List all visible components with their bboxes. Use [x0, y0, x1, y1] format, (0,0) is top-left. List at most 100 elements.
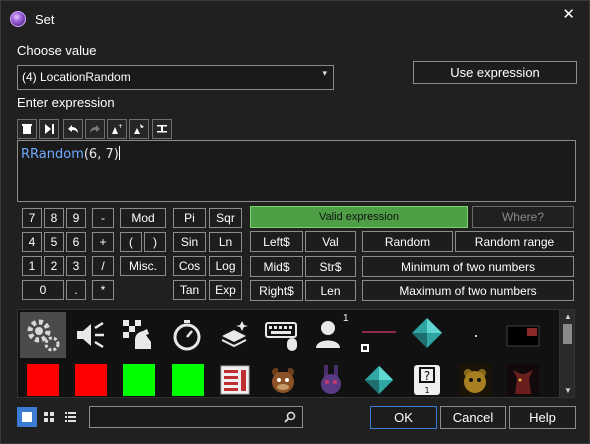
key-6[interactable]: 6: [66, 232, 86, 252]
question-box-icon[interactable]: ? 1: [410, 363, 444, 397]
object-search-input[interactable]: [89, 406, 303, 428]
where-button[interactable]: Where?: [472, 206, 574, 228]
expression-arguments: (6, 7): [83, 147, 119, 162]
help-button[interactable]: Help: [509, 406, 576, 429]
svg-text:+: +: [118, 123, 123, 130]
cancel-button[interactable]: Cancel: [440, 406, 506, 429]
diamond-active-icon[interactable]: [409, 315, 445, 351]
choose-value-label: Choose value: [17, 43, 97, 58]
bonnie-icon[interactable]: [314, 363, 348, 397]
small-icons-icon[interactable]: [39, 407, 59, 427]
expression-text: RRandom(6, 7): [21, 146, 120, 162]
object-list-scrollbar[interactable]: ▲ ▼: [559, 309, 575, 398]
small-dot-object-icon[interactable]: [458, 317, 494, 353]
green-box-2[interactable]: [171, 363, 205, 397]
insert-parameter-icon[interactable]: [129, 119, 149, 139]
object-list: 1 ? 1: [17, 309, 575, 398]
key-divide[interactable]: /: [92, 256, 114, 276]
key-val[interactable]: Val: [305, 231, 356, 252]
key-0[interactable]: 0: [22, 280, 64, 300]
key-pi[interactable]: Pi: [173, 208, 206, 228]
list-object-icon[interactable]: [218, 363, 252, 397]
skip-to-end-icon[interactable]: [39, 119, 59, 139]
key-plus[interactable]: +: [92, 232, 114, 252]
enter-expression-label: Enter expression: [17, 95, 115, 110]
use-expression-button[interactable]: Use expression: [413, 61, 577, 84]
key-multiply[interactable]: *: [92, 280, 114, 300]
key-len[interactable]: Len: [305, 280, 356, 301]
freddy-icon[interactable]: [266, 363, 300, 397]
key-right[interactable]: Right$: [250, 280, 303, 301]
key-dot[interactable]: .: [66, 280, 86, 300]
random-button[interactable]: Random: [362, 231, 453, 252]
key-log[interactable]: Log: [209, 256, 242, 276]
diamond-icon[interactable]: [362, 363, 396, 397]
green-box-1[interactable]: [122, 363, 156, 397]
value-dropdown-selected: (4) LocationRandom: [22, 70, 131, 84]
large-icons-icon[interactable]: [17, 407, 37, 427]
question-box-number: 1: [424, 386, 429, 395]
foxy-icon[interactable]: [506, 363, 540, 397]
key-2[interactable]: 2: [44, 256, 64, 276]
layers-icon[interactable]: [217, 317, 253, 353]
key-misc[interactable]: Misc.: [120, 256, 166, 276]
close-icon[interactable]: ✕: [562, 5, 575, 23]
key-open-paren[interactable]: (: [120, 232, 142, 252]
key-cos[interactable]: Cos: [173, 256, 206, 276]
set-dialog: Set ✕ Choose value (4) LocationRandom ▾ …: [0, 0, 590, 444]
scrollbar-thumb[interactable]: [563, 324, 572, 344]
app-icon: [10, 11, 26, 27]
ok-button[interactable]: OK: [370, 406, 437, 429]
key-close-paren[interactable]: ): [144, 232, 166, 252]
black-box-object-icon[interactable]: [505, 317, 541, 353]
speaker-icon[interactable]: [72, 317, 108, 353]
key-str[interactable]: Str$: [305, 256, 356, 277]
search-icon: [284, 411, 296, 423]
player-number: 1: [343, 313, 349, 324]
key-mid[interactable]: Mid$: [250, 256, 303, 277]
key-minus[interactable]: -: [92, 208, 114, 228]
key-sin[interactable]: Sin: [173, 232, 206, 252]
golden-freddy-icon[interactable]: [458, 363, 492, 397]
system-gear-icon[interactable]: [20, 312, 66, 358]
scroll-down-icon[interactable]: ▼: [564, 386, 572, 395]
key-3[interactable]: 3: [66, 256, 86, 276]
line-object-icon[interactable]: [361, 317, 397, 353]
window-title: Set: [35, 12, 55, 27]
question-mark: ?: [424, 369, 430, 383]
valid-expression-status: Valid expression: [250, 206, 468, 228]
key-4[interactable]: 4: [22, 232, 42, 252]
maximum-button[interactable]: Maximum of two numbers: [362, 280, 574, 301]
key-exp[interactable]: Exp: [209, 280, 242, 300]
red-box-2[interactable]: [74, 363, 108, 397]
key-sqr[interactable]: Sqr: [209, 208, 242, 228]
text-caret: [118, 146, 120, 160]
expression-function: RRandom: [21, 147, 84, 162]
key-ln[interactable]: Ln: [209, 232, 242, 252]
trash-icon[interactable]: [17, 119, 37, 139]
list-view-icon[interactable]: [60, 407, 80, 427]
timer-icon[interactable]: [169, 317, 205, 353]
keyboard-mouse-icon[interactable]: [265, 317, 301, 353]
key-left[interactable]: Left$: [250, 231, 303, 252]
redo-icon[interactable]: [85, 119, 105, 139]
key-7[interactable]: 7: [22, 208, 42, 228]
value-dropdown[interactable]: (4) LocationRandom ▾: [17, 65, 334, 90]
chess-knight-icon[interactable]: [120, 317, 156, 353]
minimum-button[interactable]: Minimum of two numbers: [362, 256, 574, 277]
undo-icon[interactable]: [63, 119, 83, 139]
random-range-button[interactable]: Random range: [455, 231, 574, 252]
key-tan[interactable]: Tan: [173, 280, 206, 300]
scroll-up-icon[interactable]: ▲: [564, 312, 572, 321]
red-box-1[interactable]: [26, 363, 60, 397]
title-bar: Set ✕: [1, 1, 589, 35]
key-5[interactable]: 5: [44, 232, 64, 252]
key-8[interactable]: 8: [44, 208, 64, 228]
add-parameter-icon[interactable]: +: [107, 119, 127, 139]
chevron-down-icon: ▾: [322, 68, 327, 78]
key-mod[interactable]: Mod: [120, 208, 166, 228]
key-9[interactable]: 9: [66, 208, 86, 228]
expression-editor[interactable]: RRandom(6, 7): [17, 140, 576, 202]
key-1[interactable]: 1: [22, 256, 42, 276]
wrap-lines-icon[interactable]: [152, 119, 172, 139]
